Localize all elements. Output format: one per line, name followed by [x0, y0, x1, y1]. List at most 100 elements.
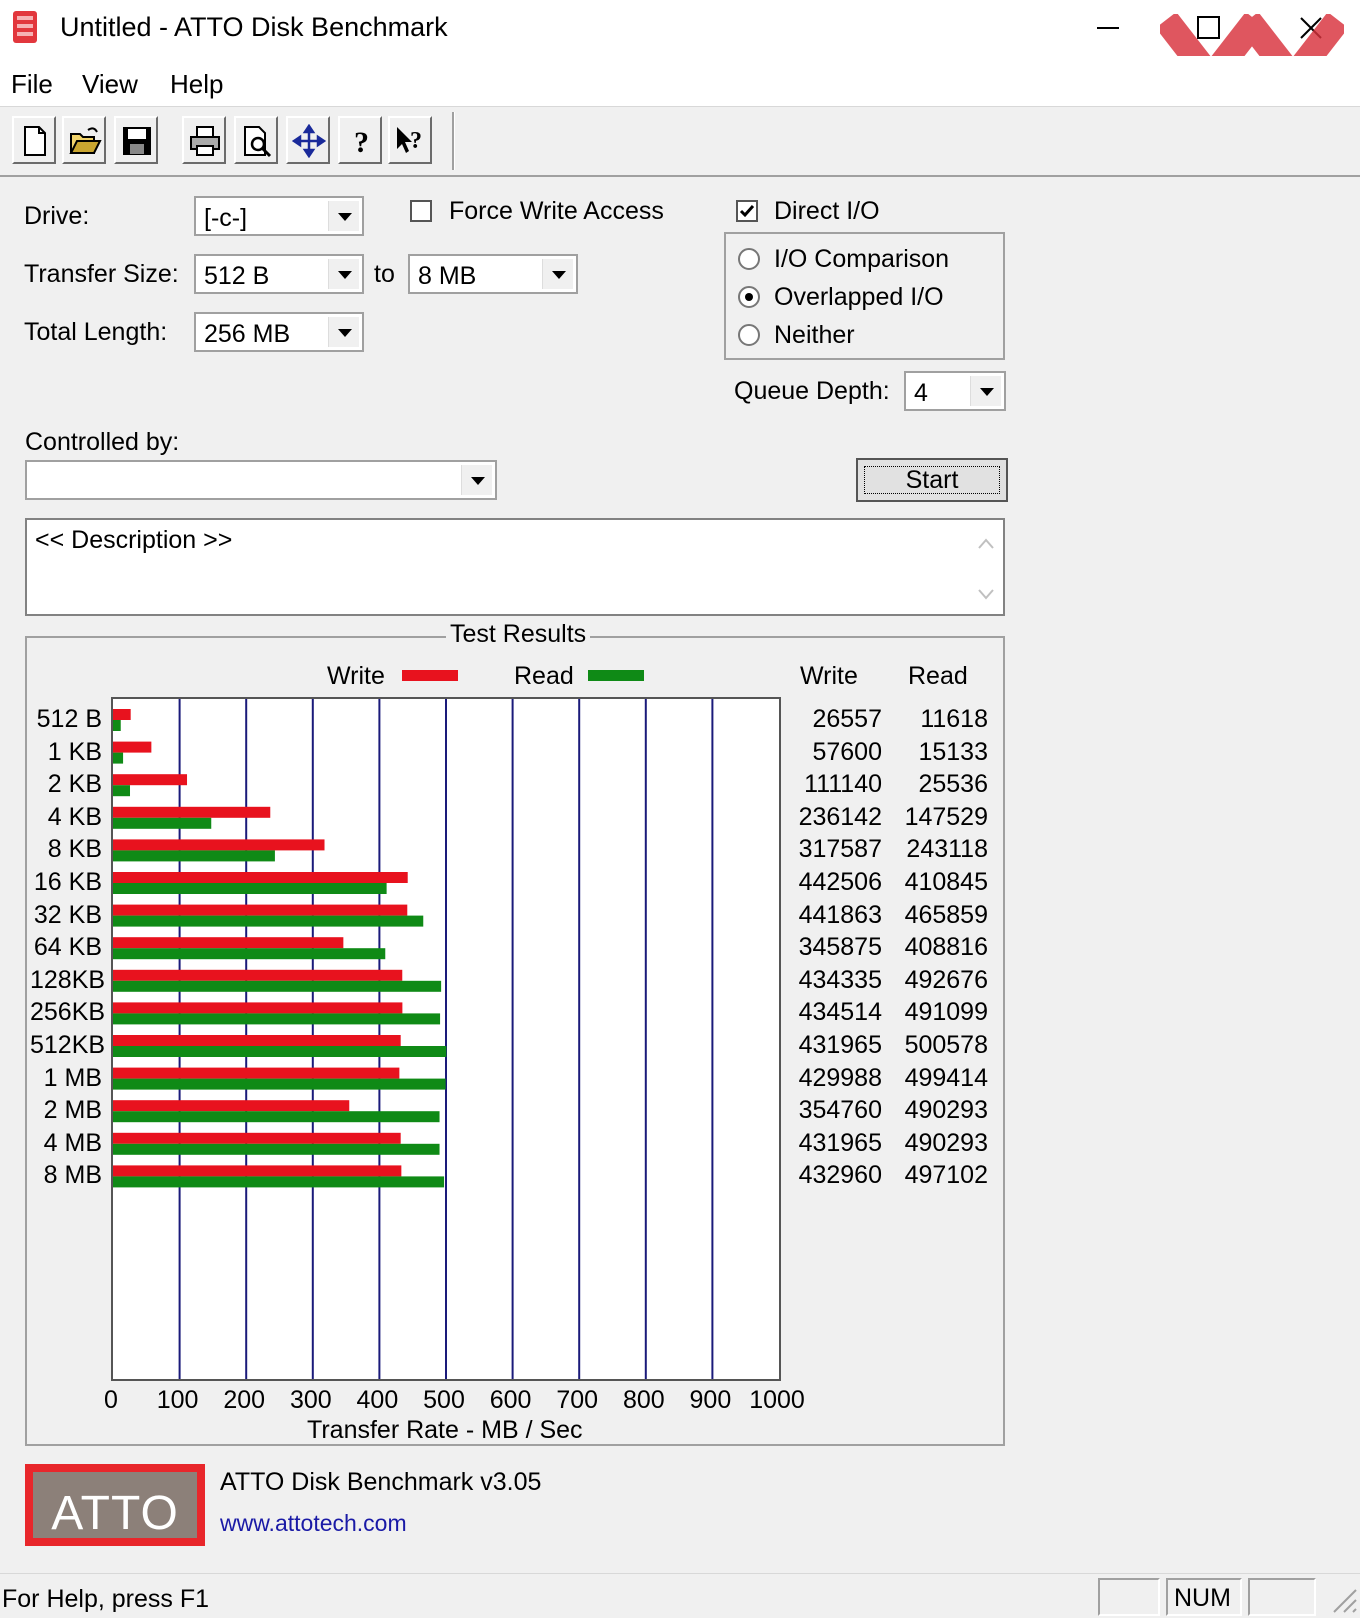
- chevron-down-icon: [970, 376, 1001, 406]
- print-button[interactable]: [182, 116, 226, 164]
- status-help-text: For Help, press F1: [2, 1585, 210, 1613]
- write-value: 57600: [812, 737, 882, 766]
- x-axis-label: Transfer Rate - MB / Sec: [307, 1416, 583, 1444]
- resize-grip-icon[interactable]: [1326, 1582, 1358, 1614]
- context-help-icon: ?: [397, 127, 422, 154]
- website-link[interactable]: www.attotech.com: [220, 1510, 407, 1537]
- description-scrollbar[interactable]: [969, 520, 1003, 614]
- direct-io-checkbox[interactable]: [736, 200, 758, 222]
- legend-read-label: Read: [514, 662, 574, 690]
- queue-depth-label: Queue Depth:: [734, 377, 890, 405]
- drive-value: [-c-]: [204, 204, 248, 232]
- chevron-down-icon: [461, 465, 492, 495]
- legend-read-swatch: [588, 670, 644, 681]
- transfer-size-label: Transfer Size:: [24, 260, 179, 288]
- minimize-button[interactable]: [1078, 6, 1138, 50]
- read-bar: [113, 980, 442, 992]
- chevron-down-icon: [328, 317, 359, 347]
- status-pane-scroll: [1248, 1578, 1316, 1616]
- test-results-title: Test Results: [446, 620, 591, 649]
- write-bar: [113, 806, 271, 818]
- print-preview-icon: [244, 126, 272, 158]
- write-value: 434514: [798, 998, 882, 1027]
- read-bar: [113, 752, 124, 764]
- chevron-down-icon: [978, 589, 994, 600]
- io-comparison-radio[interactable]: [738, 248, 760, 270]
- read-value: 490293: [904, 1128, 988, 1157]
- drive-select[interactable]: [-c-]: [194, 196, 364, 236]
- overlapped-io-radio[interactable]: [738, 286, 760, 308]
- read-value: 25536: [918, 770, 988, 799]
- write-bar: [113, 1165, 402, 1177]
- total-length-select[interactable]: 256 MB: [194, 312, 364, 352]
- read-value: 15133: [918, 737, 988, 766]
- menu-help[interactable]: Help: [170, 69, 223, 100]
- x-tick-label: 800: [622, 1386, 665, 1414]
- read-value: 490293: [904, 1096, 988, 1125]
- x-tick-label: 300: [289, 1386, 332, 1414]
- transfer-to-select[interactable]: 8 MB: [408, 254, 578, 294]
- new-icon: [24, 126, 46, 156]
- total-length-value: 256 MB: [204, 320, 291, 348]
- write-value: 26557: [812, 705, 882, 733]
- size-label: 2 MB: [43, 1096, 102, 1125]
- new-button[interactable]: [12, 116, 56, 164]
- chevron-down-icon: [542, 259, 573, 289]
- neither-radio[interactable]: [738, 324, 760, 346]
- menu-file[interactable]: File: [11, 69, 53, 100]
- save-button[interactable]: [114, 116, 158, 164]
- read-value: 465859: [904, 900, 988, 929]
- start-button[interactable]: Start: [856, 458, 1008, 502]
- size-label: 256KB: [30, 998, 106, 1027]
- size-label: 512KB: [30, 1031, 106, 1059]
- x-tick-label: 900: [689, 1386, 732, 1414]
- size-label: 4 KB: [47, 802, 102, 831]
- write-bar: [113, 969, 403, 981]
- read-value: 500578: [904, 1031, 988, 1059]
- x-tick-label: 1000: [749, 1386, 805, 1414]
- force-write-checkbox[interactable]: [410, 200, 432, 222]
- to-label: to: [374, 260, 395, 288]
- size-label: 128KB: [30, 965, 106, 994]
- save-icon: [123, 127, 151, 155]
- help-icon: ?: [354, 126, 369, 158]
- open-button[interactable]: [62, 116, 106, 164]
- queue-depth-select[interactable]: 4: [904, 371, 1006, 411]
- status-pane-num: NUM: [1166, 1578, 1242, 1616]
- size-label: 1 KB: [47, 737, 102, 766]
- transfer-from-select[interactable]: 512 B: [194, 254, 364, 294]
- read-value: 492676: [904, 965, 988, 994]
- read-bar: [113, 1078, 446, 1090]
- size-label: 64 KB: [33, 933, 102, 962]
- write-bar: [113, 741, 152, 753]
- overlapped-io-label: Overlapped I/O: [774, 283, 944, 311]
- write-value: 317587: [798, 835, 882, 864]
- description-textarea[interactable]: << Description >>: [25, 518, 1005, 616]
- status-num-text: NUM: [1174, 1584, 1231, 1612]
- write-value: 236142: [798, 802, 882, 831]
- controlled-by-label: Controlled by:: [25, 428, 180, 456]
- atto-logo: ATTO: [25, 1464, 205, 1546]
- direct-io-label: Direct I/O: [774, 197, 880, 225]
- legend-write-label: Write: [327, 662, 385, 690]
- size-label: 512 B: [36, 705, 102, 733]
- write-bar: [113, 1035, 401, 1046]
- write-bar: [113, 774, 188, 786]
- write-bar: [113, 839, 325, 851]
- context-help-button[interactable]: ?: [388, 116, 432, 164]
- move-button[interactable]: [286, 116, 330, 164]
- open-icon: [69, 127, 102, 154]
- write-bar: [113, 709, 131, 720]
- menu-view[interactable]: View: [82, 69, 138, 100]
- atto-logo-text: ATTO: [51, 1487, 179, 1540]
- read-value: 147529: [904, 802, 988, 831]
- controlled-by-select[interactable]: [25, 460, 497, 500]
- print-preview-button[interactable]: [234, 116, 278, 164]
- help-button[interactable]: ?: [338, 116, 382, 164]
- neither-label: Neither: [774, 321, 855, 349]
- status-pane-caps: [1098, 1578, 1160, 1616]
- read-bar: [113, 1143, 440, 1155]
- results-chart: [111, 697, 781, 1381]
- description-text: << Description >>: [35, 526, 233, 554]
- transfer-to-value: 8 MB: [418, 262, 477, 290]
